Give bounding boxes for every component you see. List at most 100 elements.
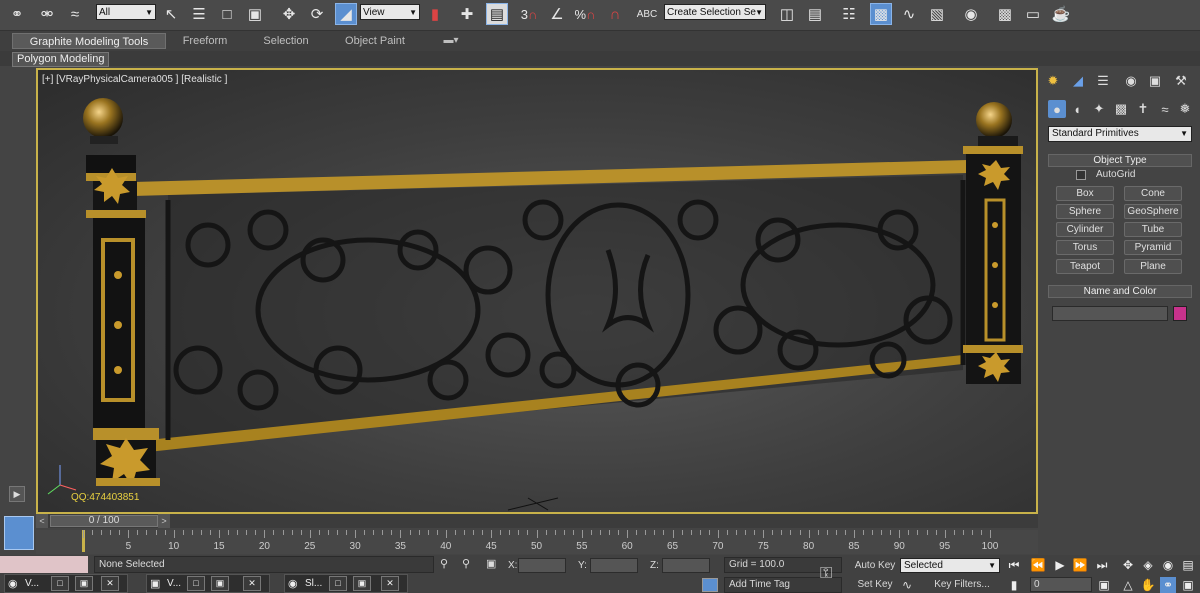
restore-icon[interactable]: □ xyxy=(329,576,347,591)
zoom-extents-icon[interactable]: ◉ xyxy=(1160,557,1176,573)
object-type-rollout[interactable]: Object Type xyxy=(1048,154,1192,167)
move-icon[interactable]: ✥ xyxy=(278,3,300,25)
maximize-icon[interactable]: ▣ xyxy=(211,576,229,591)
display-tab-icon[interactable]: ▣ xyxy=(1146,72,1164,90)
reference-coordinate-dropdown[interactable]: View ▼ xyxy=(360,4,420,20)
lock-selection-icon[interactable]: ⚲ xyxy=(462,557,476,571)
go-to-start-icon[interactable]: ⏮ xyxy=(1006,557,1022,573)
plane-button[interactable]: Plane xyxy=(1124,259,1182,274)
keyboard-shortcut-override-icon[interactable]: ▤ xyxy=(486,3,508,25)
snaps-toggle-icon[interactable]: 3 ∩ xyxy=(518,3,540,25)
teapot-button[interactable]: Teapot xyxy=(1056,259,1114,274)
polygon-modeling-panel[interactable]: Polygon Modeling xyxy=(12,52,110,67)
expand-arrow-icon[interactable]: ▶ xyxy=(9,486,25,502)
orbit-icon[interactable]: ⚭ xyxy=(1160,577,1176,593)
select-manipulate-icon[interactable]: ✚ xyxy=(456,3,478,25)
geometry-icon[interactable]: ● xyxy=(1048,100,1066,118)
align-icon[interactable]: ▤ xyxy=(804,3,826,25)
z-coordinate-field[interactable] xyxy=(662,558,710,573)
object-name-input[interactable] xyxy=(1052,306,1168,321)
perspective-viewport[interactable]: [+] [VRayPhysicalCamera005 ] [Realistic … xyxy=(36,68,1038,514)
autogrid-checkbox[interactable] xyxy=(1076,170,1086,180)
shapes-icon[interactable]: ◖ xyxy=(1068,100,1086,118)
layer-manager-icon[interactable]: ☷ xyxy=(838,3,860,25)
previous-frame-icon[interactable]: ⏪ xyxy=(1030,557,1046,573)
maximize-icon[interactable]: ▣ xyxy=(353,576,371,591)
mini-curve-editor-toggle[interactable] xyxy=(4,516,34,550)
cone-button[interactable]: Cone xyxy=(1124,186,1182,201)
time-configuration-icon[interactable]: ▣ xyxy=(1096,577,1112,593)
helpers-icon[interactable]: ✝ xyxy=(1134,100,1152,118)
time-slider-thumb[interactable]: 0 / 100 xyxy=(50,515,158,527)
select-by-name-icon[interactable]: ☰ xyxy=(188,3,210,25)
maximize-icon[interactable]: ▣ xyxy=(75,576,93,591)
window-crossing-icon[interactable]: ▣ xyxy=(244,3,266,25)
pivot-center-icon[interactable]: ▮ xyxy=(424,3,446,25)
link-icon[interactable]: ⚭ xyxy=(6,3,28,25)
rotate-icon[interactable]: ⟳ xyxy=(306,3,328,25)
scale-icon[interactable]: ◢ xyxy=(335,3,357,25)
systems-icon[interactable]: ❅ xyxy=(1176,100,1194,118)
tab-freeform[interactable]: Freeform xyxy=(170,33,240,49)
object-color-swatch[interactable] xyxy=(1173,306,1187,321)
key-mode-toggle-icon[interactable]: ▮ xyxy=(1006,577,1022,593)
motion-tab-icon[interactable]: ◉ xyxy=(1122,72,1140,90)
rectangular-selection-icon[interactable]: □ xyxy=(216,3,238,25)
schematic-view-icon[interactable]: ▧ xyxy=(926,3,948,25)
current-frame-field[interactable]: 0 xyxy=(1030,577,1092,592)
rendered-frame-window-icon[interactable]: ▭ xyxy=(1022,3,1044,25)
zoom-icon[interactable]: ✥ xyxy=(1120,557,1136,573)
selection-filter-dropdown[interactable]: All ▼ xyxy=(96,4,156,20)
pan-hand-icon[interactable]: ✋ xyxy=(1140,577,1156,593)
graphite-toggle-icon[interactable]: ▩ xyxy=(870,3,892,25)
track-bar[interactable]: 5 10 15 20 25 30 35 40 45 50 55 60 65 70 75 80 85 90 95 100 xyxy=(36,530,1038,554)
render-production-icon[interactable]: ☕ xyxy=(1050,3,1072,25)
ribbon-options-icon[interactable]: ▬▾ xyxy=(438,33,464,49)
modify-tab-icon[interactable]: ◢ xyxy=(1069,72,1087,90)
box-button[interactable]: Box xyxy=(1056,186,1114,201)
select-object-icon[interactable]: ↖ xyxy=(160,3,182,25)
time-tag-icon[interactable] xyxy=(702,578,718,592)
percent-snap-icon[interactable]: % ∩ xyxy=(574,3,596,25)
hierarchy-tab-icon[interactable]: ☰ xyxy=(1094,72,1112,90)
zoom-all-icon[interactable]: ◈ xyxy=(1140,557,1156,573)
render-setup-icon[interactable]: ▩ xyxy=(994,3,1016,25)
tab-object-paint[interactable]: Object Paint xyxy=(334,33,416,49)
space-warps-icon[interactable]: ≈ xyxy=(1156,100,1174,118)
key-filters-button[interactable]: Key Filters... xyxy=(924,578,1000,593)
zoom-extents-all-icon[interactable]: ▤ xyxy=(1180,557,1196,573)
mirror-icon[interactable]: ◫ xyxy=(776,3,798,25)
taskbar-item-1[interactable]: ◉ V... □ ▣ ✕ xyxy=(4,574,128,593)
close-icon[interactable]: ✕ xyxy=(101,576,119,591)
key-mode-dropdown[interactable]: Selected ▼ xyxy=(900,558,1000,573)
utilities-tab-icon[interactable]: ⚒ xyxy=(1172,72,1190,90)
y-coordinate-field[interactable] xyxy=(590,558,638,573)
bind-space-warp-icon[interactable]: ≈ xyxy=(64,3,86,25)
field-of-view-icon[interactable]: △ xyxy=(1120,577,1136,593)
maximize-viewport-icon[interactable]: ▣ xyxy=(1180,577,1196,593)
restore-icon[interactable]: □ xyxy=(51,576,69,591)
torus-button[interactable]: Torus xyxy=(1056,240,1114,255)
restore-icon[interactable]: □ xyxy=(187,576,205,591)
taskbar-item-2[interactable]: ▣ V... □ ▣ ✕ xyxy=(146,574,270,593)
close-icon[interactable]: ✕ xyxy=(243,576,261,591)
curve-editor-icon[interactable]: ∿ xyxy=(898,3,920,25)
time-slider[interactable]: < 0 / 100 > xyxy=(36,514,1038,528)
sphere-button[interactable]: Sphere xyxy=(1056,204,1114,219)
default-in-out-tangent-icon[interactable]: ∿ xyxy=(902,578,920,592)
next-frame-icon[interactable]: ⏩ xyxy=(1072,557,1088,573)
material-editor-icon[interactable]: ◉ xyxy=(960,3,982,25)
spinner-snap-icon[interactable]: ∩ xyxy=(604,3,626,25)
taskbar-item-3[interactable]: ◉ Sl... □ ▣ ✕ xyxy=(284,574,408,593)
edit-named-selection-icon[interactable]: ABC xyxy=(636,3,658,25)
tube-button[interactable]: Tube xyxy=(1124,222,1182,237)
pyramid-button[interactable]: Pyramid xyxy=(1124,240,1182,255)
go-to-end-icon[interactable]: ⏭ xyxy=(1094,557,1110,573)
unlink-icon[interactable]: ⚮ xyxy=(36,3,58,25)
angle-snap-icon[interactable]: ∠ xyxy=(546,3,568,25)
cameras-icon[interactable]: ▩ xyxy=(1112,100,1130,118)
next-frame-button[interactable]: > xyxy=(158,514,170,528)
geosphere-button[interactable]: GeoSphere xyxy=(1124,204,1182,219)
set-key-button[interactable]: Set Key xyxy=(852,578,898,593)
x-coordinate-field[interactable] xyxy=(518,558,566,573)
